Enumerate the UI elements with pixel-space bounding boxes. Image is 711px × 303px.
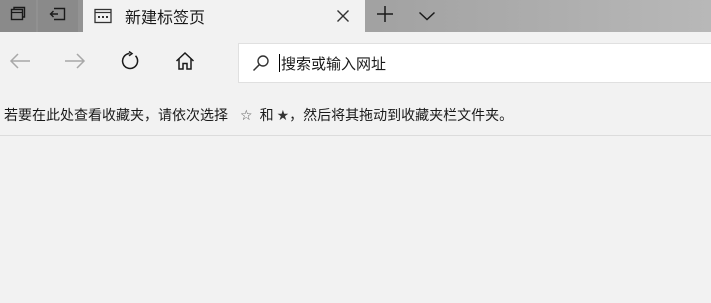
favorites-hint-part1: 若要在此处查看收藏夹，请依次选择 [4, 107, 228, 124]
chevron-down-icon [418, 7, 436, 26]
set-aside-tabs-button[interactable] [38, 0, 78, 32]
home-icon [175, 51, 195, 75]
favorites-hint-text: 若要在此处查看收藏夹，请依次选择 ☆ 和 ★，然后将其拖动到收藏夹栏文件夹。 [4, 105, 513, 125]
back-button[interactable] [5, 48, 35, 78]
address-bar[interactable]: 搜索或输入网址 [238, 43, 711, 83]
plus-icon [376, 5, 394, 27]
set-aside-tabs-icon [49, 6, 67, 26]
favorites-hint-part2: ，然后将其拖动到收藏夹栏文件夹。 [289, 107, 514, 124]
star-outline-icon: ☆ [240, 107, 253, 124]
tabs-aside-button[interactable] [0, 0, 36, 32]
search-icon [251, 53, 271, 73]
new-tab-page-icon [93, 6, 113, 26]
address-input-placeholder[interactable]: 搜索或输入网址 [281, 53, 386, 74]
tab-title: 新建标签页 [125, 8, 206, 27]
page-content-area [0, 136, 711, 303]
favorites-hint-and: 和 [259, 107, 274, 124]
home-button[interactable] [170, 48, 200, 78]
close-icon[interactable] [333, 6, 353, 26]
star-solid-icon: ★ [276, 107, 290, 124]
tab-new-tab[interactable]: 新建标签页 [83, 0, 365, 32]
tab-strip: 新建标签页 [0, 0, 711, 32]
favorites-bar-hint: 若要在此处查看收藏夹，请依次选择 ☆ 和 ★，然后将其拖动到收藏夹栏文件夹。 [0, 94, 711, 136]
refresh-icon [120, 50, 140, 75]
forward-button[interactable] [60, 48, 90, 78]
browser-window: 新建标签页 搜索或输入网址 若要在此处查看收藏夹，请依次选择 ☆ 和 ★，然后将… [0, 0, 711, 303]
tab-preview-button[interactable] [410, 2, 444, 30]
text-cursor [279, 54, 280, 72]
new-tab-button[interactable] [368, 2, 402, 30]
back-arrow-icon [9, 52, 31, 74]
refresh-button[interactable] [115, 48, 145, 78]
forward-arrow-icon [64, 52, 86, 74]
tabs-preview-icon [10, 6, 26, 26]
navigation-bar: 搜索或输入网址 [0, 32, 711, 94]
